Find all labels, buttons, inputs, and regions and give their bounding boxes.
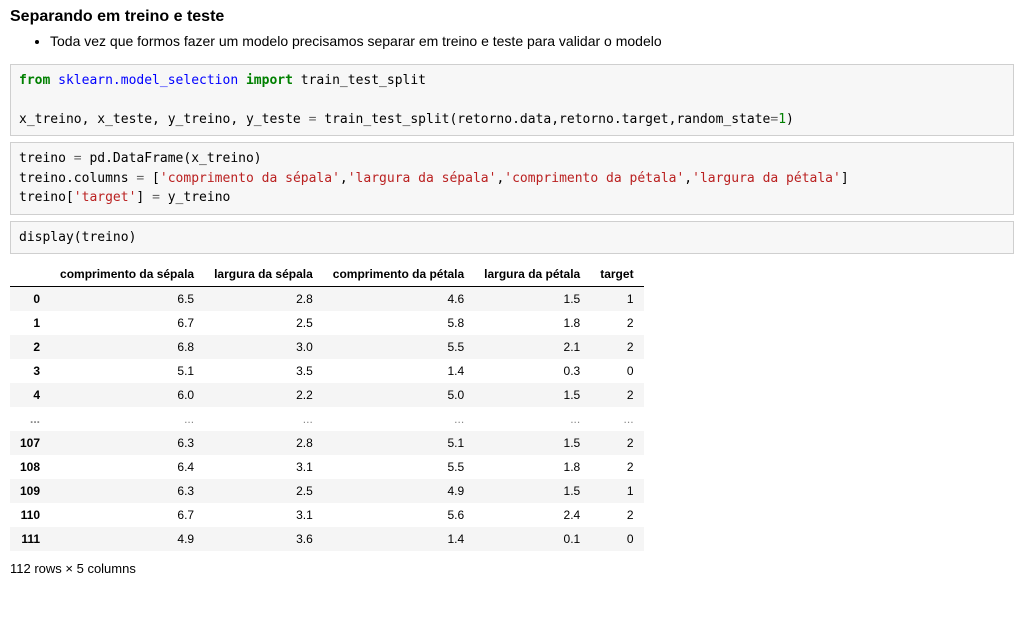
cell: 2 [590,311,643,335]
code-cell-2: treino = pd.DataFrame(x_treino) treino.c… [10,142,1014,215]
cell: 5.1 [50,359,204,383]
cell: 6.4 [50,455,204,479]
cell: 1.5 [474,479,590,503]
cell: 4.9 [323,479,474,503]
cell: 1 [590,287,643,312]
cell: ... [50,407,204,431]
cell: 5.1 [323,431,474,455]
cell: 2 [590,503,643,527]
table-row: 1096.32.54.91.51 [10,479,644,503]
cell: 5.5 [323,455,474,479]
table-row: .................. [10,407,644,431]
cell: 0.3 [474,359,590,383]
col-header: comprimento da sépala [50,262,204,287]
cell: 5.8 [323,311,474,335]
cell: 1.8 [474,311,590,335]
cell: 3.5 [204,359,323,383]
dataframe-dimensions: 112 rows × 5 columns [10,561,1014,576]
cell: 2 [590,455,643,479]
table-row: 1076.32.85.11.52 [10,431,644,455]
cell: 3.0 [204,335,323,359]
cell: 2.1 [474,335,590,359]
row-index: 1 [10,311,50,335]
cell: 6.0 [50,383,204,407]
table-row: 06.52.84.61.51 [10,287,644,312]
code-cell-3: display(treino) [10,221,1014,255]
row-index: ... [10,407,50,431]
cell: 4.9 [50,527,204,551]
cell: ... [323,407,474,431]
cell: 6.3 [50,431,204,455]
table-row: 1114.93.61.40.10 [10,527,644,551]
cell: 0 [590,359,643,383]
cell: 1 [590,479,643,503]
cell: 2.5 [204,311,323,335]
cell: 6.8 [50,335,204,359]
table-row: 16.72.55.81.82 [10,311,644,335]
table-row: 1106.73.15.62.42 [10,503,644,527]
cell: 2.2 [204,383,323,407]
row-index: 108 [10,455,50,479]
code-cell-1: from sklearn.model_selection import trai… [10,64,1014,137]
cell: 5.5 [323,335,474,359]
cell: 6.7 [50,311,204,335]
cell: 5.0 [323,383,474,407]
cell: 0.1 [474,527,590,551]
cell: 2.8 [204,431,323,455]
col-header: comprimento da pétala [323,262,474,287]
cell: 2 [590,431,643,455]
cell: 3.1 [204,503,323,527]
col-header: largura da pétala [474,262,590,287]
table-row: 1086.43.15.51.82 [10,455,644,479]
cell: 0 [590,527,643,551]
row-index: 107 [10,431,50,455]
cell: 1.5 [474,287,590,312]
cell: 1.5 [474,383,590,407]
cell: 3.1 [204,455,323,479]
cell: 2 [590,335,643,359]
cell: ... [590,407,643,431]
cell: 6.5 [50,287,204,312]
col-header: largura da sépala [204,262,323,287]
cell: 1.4 [323,527,474,551]
cell: 2.4 [474,503,590,527]
cell: 6.3 [50,479,204,503]
cell: 2.8 [204,287,323,312]
bullet-item: Toda vez que formos fazer um modelo prec… [50,32,1014,52]
cell: ... [204,407,323,431]
row-index: 109 [10,479,50,503]
row-index: 0 [10,287,50,312]
table-row: 35.13.51.40.30 [10,359,644,383]
cell: 2 [590,383,643,407]
cell: 4.6 [323,287,474,312]
row-index: 3 [10,359,50,383]
cell: 6.7 [50,503,204,527]
cell: 1.5 [474,431,590,455]
row-index: 111 [10,527,50,551]
section-heading: Separando em treino e teste [10,8,1014,26]
cell: 1.8 [474,455,590,479]
table-header-row: comprimento da sépala largura da sépala … [10,262,644,287]
cell: 5.6 [323,503,474,527]
row-index: 110 [10,503,50,527]
row-index: 2 [10,335,50,359]
cell: 2.5 [204,479,323,503]
table-row: 46.02.25.01.52 [10,383,644,407]
cell: ... [474,407,590,431]
cell: 1.4 [323,359,474,383]
cell: 3.6 [204,527,323,551]
col-header: target [590,262,643,287]
row-index: 4 [10,383,50,407]
table-row: 26.83.05.52.12 [10,335,644,359]
dataframe-output: comprimento da sépala largura da sépala … [10,262,644,551]
